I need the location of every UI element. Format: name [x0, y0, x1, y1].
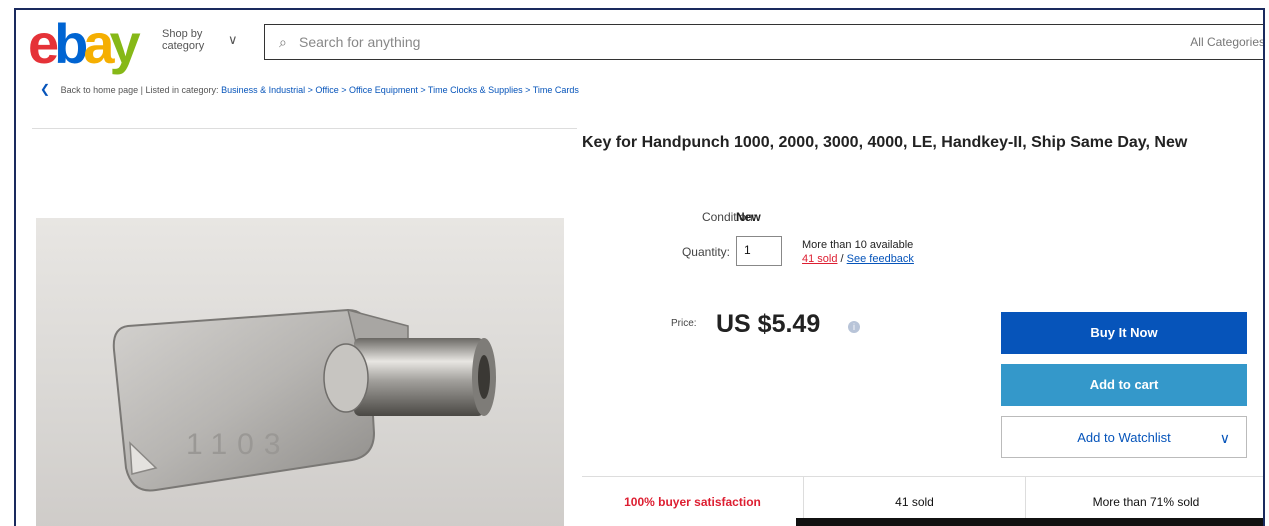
logo-letter-e: e	[28, 12, 59, 75]
add-to-cart-button[interactable]: Add to cart	[1001, 364, 1247, 406]
search-bar[interactable]: ⌕ Search for anything All Categories	[264, 24, 1263, 60]
quantity-label: Quantity:	[681, 245, 730, 259]
breadcrumb: ❮ Back to home page | Listed in category…	[40, 82, 579, 96]
availability-info: More than 10 available 41 sold / See fee…	[802, 239, 914, 265]
browser-frame: ebay Shop by category ∨ ⌕ Search for any…	[14, 8, 1265, 526]
site-header: ebay Shop by category ∨ ⌕ Search for any…	[16, 10, 1263, 78]
search-icon: ⌕	[279, 34, 287, 50]
see-feedback-link[interactable]: See feedback	[847, 253, 914, 265]
chevron-down-icon[interactable]: ∨	[228, 32, 238, 48]
logo-letter-a: a	[83, 12, 114, 75]
back-arrow-icon[interactable]: ❮	[40, 82, 50, 96]
price-label: Price:	[671, 318, 697, 329]
condition-value: New	[736, 210, 761, 224]
logo-letter-y: y	[109, 12, 141, 75]
availability-text: More than 10 available	[802, 239, 914, 251]
category-select[interactable]: All Categories	[1190, 35, 1263, 49]
listed-in-label: | Listed in category:	[140, 85, 219, 95]
quantity-input[interactable]: 1	[736, 236, 782, 266]
price-value: US $5.49	[716, 310, 821, 338]
info-icon[interactable]: i	[848, 321, 860, 333]
buy-it-now-button[interactable]: Buy It Now	[1001, 312, 1247, 354]
category-path-link[interactable]: Business & Industrial > Office > Office …	[221, 85, 579, 95]
product-image[interactable]: 1103	[36, 218, 564, 526]
search-input[interactable]: Search for anything	[299, 34, 420, 50]
ebay-logo[interactable]: ebay	[28, 16, 141, 72]
listing-title: Key for Handpunch 1000, 2000, 3000, 4000…	[582, 134, 1188, 151]
key-illustration: 1103	[112, 308, 496, 492]
watchlist-label: Add to Watchlist	[1077, 430, 1171, 445]
shop-by-category-button[interactable]: Shop by category	[162, 28, 222, 52]
back-to-home-link[interactable]: Back to home page	[61, 85, 139, 95]
highlight-satisfaction: 100% buyer satisfaction	[582, 477, 804, 526]
logo-letter-b: b	[54, 12, 88, 75]
add-to-watchlist-button[interactable]: Add to Watchlist ∨	[1001, 416, 1247, 458]
overlay-bar	[796, 518, 1263, 526]
key-engraving: 1103	[186, 428, 291, 461]
chevron-down-icon[interactable]: ∨	[1220, 417, 1230, 459]
sold-count-link[interactable]: 41 sold	[802, 253, 837, 265]
